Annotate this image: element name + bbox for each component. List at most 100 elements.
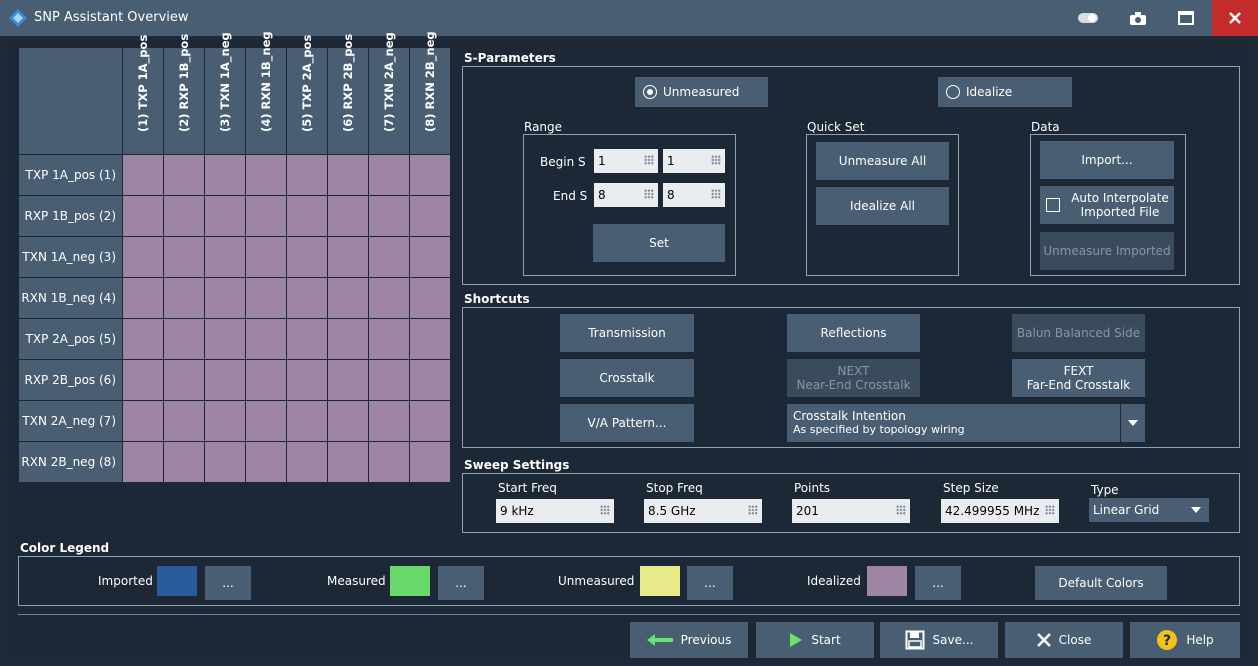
- matrix-cell[interactable]: [368, 400, 410, 442]
- begin-s-input-1[interactable]: 1: [594, 149, 658, 173]
- toggle-icon[interactable]: [1068, 0, 1108, 36]
- matrix-cell[interactable]: [409, 195, 451, 237]
- matrix-cell[interactable]: [122, 154, 164, 196]
- unmeasure-imported-button[interactable]: Unmeasure Imported: [1040, 232, 1174, 270]
- matrix-cell[interactable]: [327, 318, 369, 360]
- matrix-cell[interactable]: [286, 441, 328, 483]
- matrix-cell[interactable]: [409, 400, 451, 442]
- matrix-cell[interactable]: [368, 154, 410, 196]
- matrix-cell[interactable]: [327, 400, 369, 442]
- close-button[interactable]: Close: [1005, 622, 1123, 658]
- matrix-cell[interactable]: [122, 195, 164, 237]
- matrix-cell[interactable]: [327, 441, 369, 483]
- import-button[interactable]: Import...: [1040, 141, 1174, 179]
- matrix-cell[interactable]: [286, 359, 328, 401]
- matrix-cell[interactable]: [204, 318, 246, 360]
- matrix-cell[interactable]: [368, 441, 410, 483]
- type-dropdown[interactable]: Linear Grid: [1089, 498, 1209, 522]
- unmeasured-radio[interactable]: Unmeasured: [635, 77, 768, 107]
- matrix-cell[interactable]: [327, 154, 369, 196]
- crosstalk-intention-arrow[interactable]: [1121, 404, 1145, 442]
- end-s-input-1[interactable]: 8: [594, 183, 658, 207]
- matrix-cell[interactable]: [204, 195, 246, 237]
- matrix-cell[interactable]: [409, 277, 451, 319]
- matrix-cell[interactable]: [163, 400, 205, 442]
- matrix-cell[interactable]: [245, 154, 287, 196]
- matrix-cell[interactable]: [122, 236, 164, 278]
- matrix-cell[interactable]: [327, 359, 369, 401]
- matrix-cell[interactable]: [368, 318, 410, 360]
- save-button[interactable]: Save...: [880, 622, 998, 658]
- matrix-cell[interactable]: [409, 359, 451, 401]
- matrix-cell[interactable]: [163, 195, 205, 237]
- unmeasured-color-button[interactable]: ...: [687, 566, 733, 600]
- matrix-cell[interactable]: [122, 318, 164, 360]
- points-input[interactable]: 201: [792, 499, 910, 523]
- matrix-cell[interactable]: [204, 400, 246, 442]
- matrix-cell[interactable]: [368, 359, 410, 401]
- imported-color-button[interactable]: ...: [205, 566, 251, 600]
- balun-balanced-side-button[interactable]: Balun Balanced Side: [1012, 314, 1145, 352]
- va-pattern-button[interactable]: V/A Pattern...: [560, 404, 694, 442]
- matrix-cell[interactable]: [368, 195, 410, 237]
- matrix-cell[interactable]: [163, 277, 205, 319]
- matrix-cell[interactable]: [245, 277, 287, 319]
- matrix-cell[interactable]: [204, 441, 246, 483]
- idealized-color-button[interactable]: ...: [915, 566, 961, 600]
- matrix-cell[interactable]: [409, 441, 451, 483]
- next-button[interactable]: NEXT Near-End Crosstalk: [787, 359, 920, 397]
- idealize-all-button[interactable]: Idealize All: [816, 187, 949, 225]
- matrix-cell[interactable]: [204, 154, 246, 196]
- start-freq-input[interactable]: 9 kHz: [496, 499, 614, 523]
- matrix-cell[interactable]: [245, 400, 287, 442]
- matrix-cell[interactable]: [286, 195, 328, 237]
- matrix-cell[interactable]: [286, 236, 328, 278]
- matrix-cell[interactable]: [286, 277, 328, 319]
- matrix-cell[interactable]: [163, 236, 205, 278]
- matrix-cell[interactable]: [122, 277, 164, 319]
- matrix-cell[interactable]: [122, 359, 164, 401]
- matrix-cell[interactable]: [286, 154, 328, 196]
- matrix-cell[interactable]: [245, 318, 287, 360]
- matrix-cell[interactable]: [245, 441, 287, 483]
- matrix-cell[interactable]: [368, 236, 410, 278]
- set-button[interactable]: Set: [593, 224, 725, 262]
- camera-icon[interactable]: [1118, 0, 1158, 36]
- matrix-cell[interactable]: [204, 236, 246, 278]
- crosstalk-button[interactable]: Crosstalk: [560, 359, 694, 397]
- matrix-cell[interactable]: [163, 441, 205, 483]
- matrix-cell[interactable]: [327, 277, 369, 319]
- stop-freq-input[interactable]: 8.5 GHz: [644, 499, 762, 523]
- begin-s-input-2[interactable]: 1: [663, 149, 725, 173]
- matrix-cell[interactable]: [327, 195, 369, 237]
- matrix-cell[interactable]: [245, 195, 287, 237]
- idealize-radio[interactable]: Idealize: [938, 77, 1072, 107]
- matrix-cell[interactable]: [409, 236, 451, 278]
- matrix-cell[interactable]: [409, 154, 451, 196]
- unmeasure-all-button[interactable]: Unmeasure All: [816, 142, 949, 180]
- matrix-cell[interactable]: [286, 318, 328, 360]
- matrix-cell[interactable]: [286, 400, 328, 442]
- measured-color-button[interactable]: ...: [438, 566, 484, 600]
- step-size-input[interactable]: 42.499955 MHz: [941, 499, 1059, 523]
- previous-button[interactable]: Previous: [630, 622, 748, 658]
- fext-button[interactable]: FEXT Far-End Crosstalk: [1012, 359, 1145, 397]
- matrix-cell[interactable]: [409, 318, 451, 360]
- help-button[interactable]: ? Help: [1130, 622, 1240, 658]
- matrix-cell[interactable]: [163, 318, 205, 360]
- maximize-icon[interactable]: [1166, 0, 1206, 36]
- matrix-cell[interactable]: [204, 277, 246, 319]
- end-s-input-2[interactable]: 8: [663, 183, 725, 207]
- matrix-cell[interactable]: [163, 154, 205, 196]
- close-window-button[interactable]: [1212, 0, 1258, 36]
- matrix-cell[interactable]: [368, 277, 410, 319]
- crosstalk-intention-dropdown[interactable]: Crosstalk Intention As specified by topo…: [787, 404, 1120, 442]
- matrix-cell[interactable]: [327, 236, 369, 278]
- matrix-cell[interactable]: [204, 359, 246, 401]
- matrix-cell[interactable]: [163, 359, 205, 401]
- matrix-cell[interactable]: [245, 359, 287, 401]
- matrix-cell[interactable]: [245, 236, 287, 278]
- transmission-button[interactable]: Transmission: [560, 314, 694, 352]
- start-button[interactable]: Start: [756, 622, 874, 658]
- default-colors-button[interactable]: Default Colors: [1035, 566, 1167, 600]
